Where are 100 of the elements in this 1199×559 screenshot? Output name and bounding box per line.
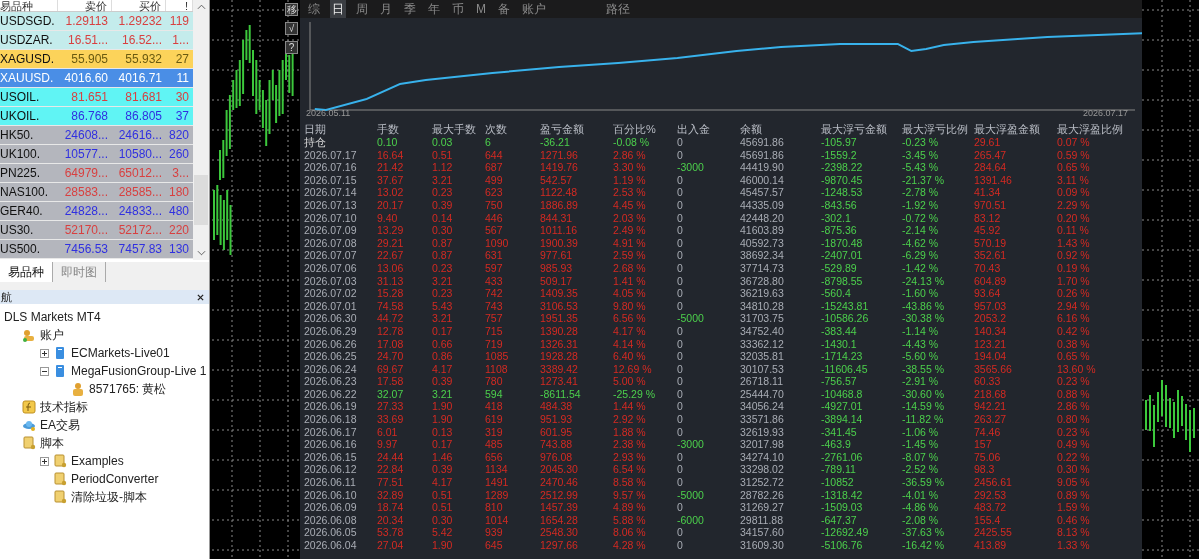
table-cell-text: 9.05 %	[1057, 476, 1091, 489]
table-cell-text: -5000	[677, 312, 705, 325]
table-cell-text: 2026.07.10	[304, 211, 358, 225]
column-header[interactable]: 买价	[112, 0, 166, 11]
ask-price: 4016.71	[117, 70, 163, 87]
table-cell-text: -3000	[677, 438, 705, 451]
column-header[interactable]: 最大浮盈比例	[1057, 123, 1127, 136]
symbol-row[interactable]: PN225. 64979... 65012... 3...	[0, 164, 193, 183]
scroll-up-icon[interactable]	[196, 4, 206, 10]
report-tab[interactable]: 备	[496, 0, 512, 18]
table-cell-text: -2761.06	[821, 450, 864, 464]
report-tab[interactable]: 周	[354, 0, 370, 18]
table-cell-text: 持仓	[304, 136, 327, 149]
table-cell-text: 0.51	[432, 488, 454, 502]
report-tab[interactable]: 账户	[520, 0, 548, 18]
column-header[interactable]: 盈亏金额	[540, 123, 613, 136]
close-icon[interactable]	[197, 293, 204, 301]
chart-tool-button[interactable]: 移	[285, 3, 298, 16]
table-cell-text: 98.3	[974, 463, 996, 477]
table-cell-text: 3.21	[432, 274, 454, 288]
report-tab[interactable]: M	[474, 0, 488, 18]
collapse-icon[interactable]	[40, 366, 49, 376]
symbol-row[interactable]: USOIL. 81.651 81.681 30	[0, 88, 193, 107]
table-cell-text: 2512.99	[540, 488, 579, 502]
table-cell-text: 2026.07.08	[304, 236, 358, 250]
table-cell-text: -6.29 %	[902, 249, 940, 262]
tree-item[interactable]: MegaFusionGroup-Live 1	[71, 362, 207, 380]
table-cell-text: 21.42	[377, 161, 405, 174]
tree-item[interactable]: DLS Markets MT4	[4, 308, 101, 326]
report-tab[interactable]: 季	[402, 0, 418, 18]
symbol-row[interactable]: UK100. 10577... 10580... 260	[0, 145, 193, 164]
column-header[interactable]: 最大手数	[432, 123, 485, 136]
symbol-row[interactable]: HK50. 24608... 24616... 820	[0, 126, 193, 145]
column-header[interactable]: 出入金	[677, 123, 740, 136]
table-cell-text: 2026.07.01	[304, 299, 358, 313]
axis-label: 2026.05.11	[306, 106, 351, 120]
table-cell-text: 34274.10	[740, 450, 785, 464]
table-cell-text: 597	[485, 261, 504, 275]
symbol-row[interactable]: USDZAR. 16.51... 16.52... 1...	[0, 31, 193, 50]
table-cell-text: -843.56	[821, 198, 858, 212]
symbol-row[interactable]: US30. 52170... 52172... 220	[0, 221, 193, 240]
table-cell-text: -10852	[821, 476, 855, 489]
table-cell-text: -1.92 %	[902, 198, 940, 212]
tree-item[interactable]: 账户	[40, 326, 64, 344]
table-cell-text: 1289	[485, 488, 510, 502]
report-tab[interactable]: 日	[330, 0, 346, 18]
scrollbar[interactable]	[193, 0, 209, 260]
table-cell-text: 69.67	[377, 362, 405, 376]
table-cell-text: 41603.89	[740, 224, 785, 237]
chart-tool-button[interactable]: ?	[285, 41, 298, 54]
symbol-row[interactable]: UKOIL. 86.768 86.805 37	[0, 107, 193, 126]
symbol-row[interactable]: NAS100. 28583... 28585... 180	[0, 183, 193, 202]
report-tab[interactable]: 路径	[604, 0, 632, 18]
scrollbar-thumb[interactable]	[194, 175, 208, 225]
column-header[interactable]: 最大浮亏金额	[821, 123, 902, 136]
tree-item[interactable]: PeriodConverter	[71, 470, 159, 488]
tree-item[interactable]: EA交易	[40, 416, 80, 434]
panel-tab[interactable]: 易品种	[0, 262, 53, 282]
column-header[interactable]: 日期	[304, 123, 377, 136]
table-cell-text: 22.67	[377, 249, 405, 262]
column-header[interactable]: 最大浮亏比例	[902, 123, 974, 136]
column-header[interactable]: 最大浮盈金额	[974, 123, 1057, 136]
table-cell-text: 0.59 %	[1057, 148, 1091, 162]
table-cell-text: 0.23 %	[1057, 425, 1091, 439]
tree-item[interactable]: 8571765: 黄松	[89, 380, 167, 398]
table-cell-text: 2026.06.29	[304, 324, 358, 338]
column-header[interactable]: 易品种	[0, 0, 58, 11]
table-cell-text: 1.12	[432, 161, 454, 174]
chart-tool-button[interactable]: √	[285, 22, 298, 35]
report-tab[interactable]: 月	[378, 0, 394, 18]
report-tab[interactable]: 综	[306, 0, 322, 18]
expand-icon[interactable]	[40, 348, 49, 358]
table-cell-text: 810	[485, 501, 504, 514]
report-tab[interactable]: 年	[426, 0, 442, 18]
table-cell-text: 499	[485, 173, 504, 187]
table-cell-text: 413.89	[974, 539, 1008, 552]
table-cell-text: 483.72	[974, 501, 1008, 514]
column-header[interactable]: 卖价	[58, 0, 112, 11]
tree-item[interactable]: 脚本	[40, 434, 64, 452]
table-cell-text: 780	[485, 375, 504, 388]
table-cell-text: 0	[677, 539, 684, 552]
symbol-row[interactable]: USDSGD. 1.29113 1.29232 119	[0, 12, 193, 31]
symbol-row[interactable]: US500. 7456.53 7457.83 130	[0, 240, 193, 259]
table-cell-text: 3.11 %	[1057, 173, 1090, 187]
tree-item[interactable]: 技术指标	[40, 398, 88, 416]
tree-item[interactable]: Examples	[71, 452, 124, 470]
symbol-row[interactable]: XAGUSD. 55.905 55.932 27	[0, 50, 193, 69]
table-cell-text: 2470.46	[540, 476, 579, 489]
tree-item[interactable]: 清除垃圾-脚本	[71, 488, 147, 506]
symbol-row[interactable]: GER40. 24828... 24833... 480	[0, 202, 193, 221]
table-cell-text: 12.69 %	[613, 362, 653, 376]
table-cell-text: -30.38 %	[902, 312, 946, 325]
report-tab[interactable]: 币	[450, 0, 466, 18]
column-header[interactable]: 手数	[377, 123, 432, 136]
tree-item[interactable]: ECMarkets-Live01	[71, 344, 170, 362]
scroll-down-icon[interactable]	[196, 250, 206, 256]
column-header[interactable]: 次数	[485, 123, 540, 136]
column-header[interactable]: 百分比%	[613, 123, 677, 136]
column-header[interactable]: 余额	[740, 123, 821, 136]
expand-icon[interactable]	[40, 456, 49, 466]
